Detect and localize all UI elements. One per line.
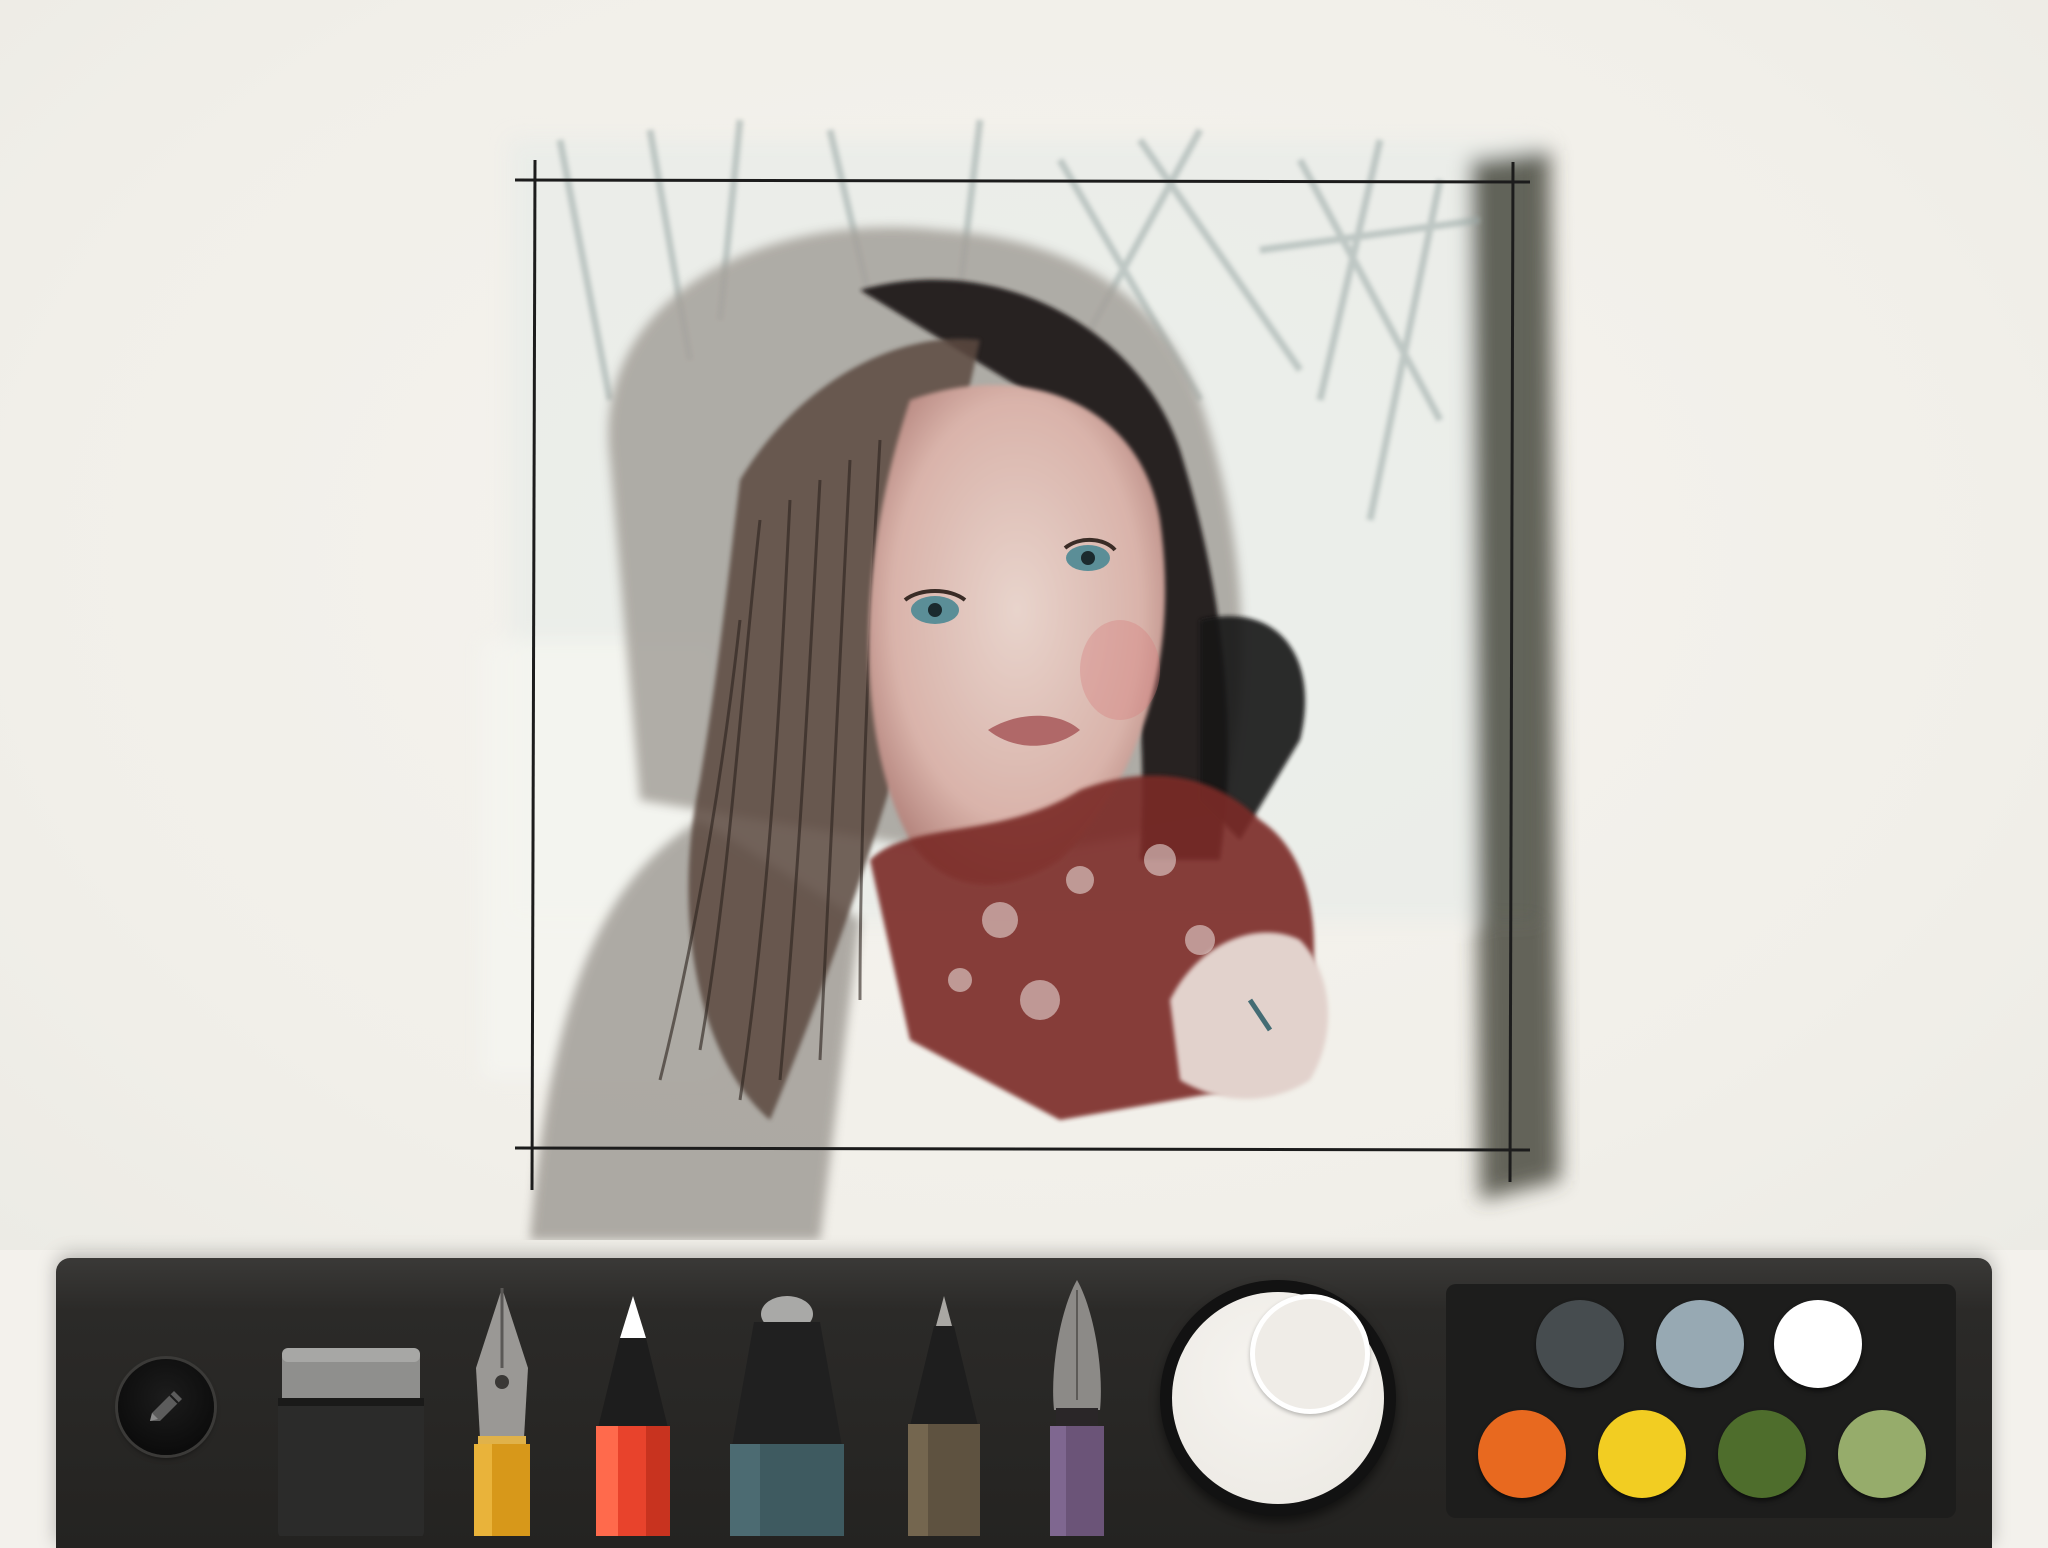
swatch-yellow[interactable] (1598, 1410, 1686, 1498)
color-palette (1446, 1284, 1956, 1518)
swatch-blue-gray[interactable] (1656, 1300, 1744, 1388)
brush-icon[interactable] (1044, 1280, 1110, 1536)
current-color-ring (1250, 1294, 1370, 1414)
eraser-icon[interactable] (278, 1344, 424, 1536)
swatch-orange[interactable] (1478, 1410, 1566, 1498)
drawing-canvas[interactable] (0, 0, 2048, 1250)
fountain-pen-icon[interactable] (466, 1288, 538, 1536)
marker-icon[interactable] (724, 1296, 850, 1536)
swatch-light-green[interactable] (1838, 1410, 1926, 1498)
pencil-icon (150, 1391, 182, 1421)
pencil-tool-icon[interactable] (588, 1296, 678, 1536)
sketch-artwork (480, 119, 1560, 1240)
toolbar-toggle-button[interactable] (118, 1359, 214, 1455)
swatch-slate[interactable] (1536, 1300, 1624, 1388)
swatch-white[interactable] (1774, 1300, 1862, 1388)
swatch-dark-green[interactable] (1718, 1410, 1806, 1498)
fine-pen-icon[interactable] (902, 1296, 986, 1536)
color-mixer-button[interactable] (1160, 1280, 1396, 1516)
